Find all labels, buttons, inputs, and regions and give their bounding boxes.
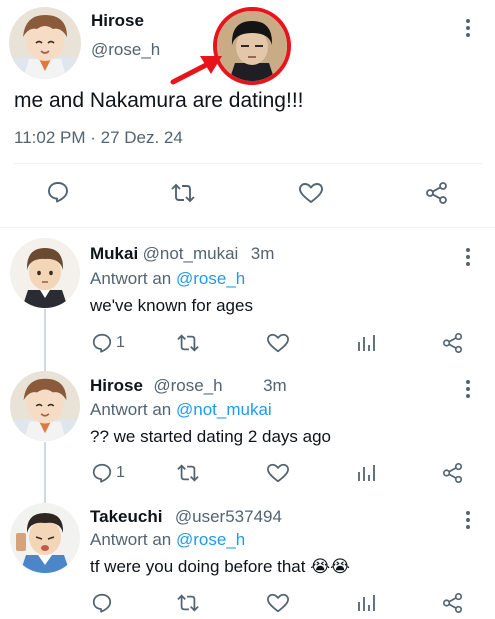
retweet-icon[interactable] [170, 181, 196, 205]
reply-to-mention[interactable]: @not_mukai [176, 400, 272, 419]
hirose-avatar[interactable] [9, 7, 81, 79]
reply-text-line: tf were you doing before that 😭😭 [90, 557, 350, 577]
reply-author-handle[interactable]: @rose_h [153, 376, 222, 395]
reply-text: ?? we started dating 2 days ago [90, 427, 331, 446]
reply-text: we've known for ages [90, 296, 253, 315]
reply-count: 1 [116, 334, 125, 351]
reply-author-handle[interactable]: @not_mukai [143, 244, 239, 263]
more-options-icon[interactable] [465, 248, 471, 269]
reply-icon[interactable] [91, 462, 113, 484]
reply-icon[interactable] [46, 180, 70, 204]
share-icon[interactable] [442, 592, 464, 614]
reply-prefix: Antwort an [90, 400, 172, 419]
retweet-icon[interactable] [176, 332, 200, 354]
reply-to-mention[interactable]: @rose_h [176, 269, 245, 288]
takeuchi-avatar[interactable] [10, 503, 80, 573]
main-tweet-text: me and Nakamura are dating!!! [14, 89, 304, 112]
thread-line [44, 309, 46, 377]
reply-header: Takeuchi @user537494 [90, 507, 282, 527]
more-options-icon[interactable] [465, 511, 471, 532]
reply-header: Mukai @not_mukai 3m [90, 244, 274, 264]
like-icon[interactable] [266, 592, 290, 614]
share-icon[interactable] [442, 462, 464, 484]
reply-text: tf were you doing before that [90, 557, 306, 576]
reply-time[interactable]: 3m [251, 244, 275, 263]
stats-icon[interactable] [356, 333, 376, 353]
stats-icon[interactable] [356, 593, 376, 613]
divider [14, 163, 482, 164]
share-icon[interactable] [442, 332, 464, 354]
retweet-icon[interactable] [176, 592, 200, 614]
reply-to-mention[interactable]: @rose_h [176, 530, 245, 549]
reply-author-name[interactable]: Takeuchi [90, 507, 162, 526]
reply-author-name[interactable]: Mukai [90, 244, 138, 263]
main-author-name[interactable]: Hirose [91, 11, 144, 31]
reply-author-handle[interactable]: @user537494 [175, 507, 282, 526]
like-icon[interactable] [266, 332, 290, 354]
reply-author-name[interactable]: Hirose [90, 376, 143, 395]
main-author-handle[interactable]: @rose_h [91, 40, 160, 60]
reply-time[interactable]: 3m [263, 376, 287, 395]
red-arrow-icon [170, 52, 226, 86]
reply-prefix: Antwort an [90, 530, 172, 549]
retweet-icon[interactable] [176, 462, 200, 484]
thread-line [44, 442, 46, 506]
reply-icon[interactable] [91, 332, 113, 354]
reply-to-line: Antwort an @not_mukai [90, 400, 272, 420]
crying-emoji: 😭😭 [310, 557, 350, 576]
divider [0, 227, 495, 228]
reply-prefix: Antwort an [90, 269, 172, 288]
share-icon[interactable] [425, 181, 449, 205]
main-tweet-timestamp[interactable]: 11:02 PM · 27 Dez. 24 [14, 128, 183, 148]
mukai-avatar[interactable] [10, 238, 80, 308]
more-options-icon[interactable] [465, 19, 471, 40]
reply-to-line: Antwort an @rose_h [90, 269, 245, 289]
like-icon[interactable] [298, 181, 324, 205]
like-icon[interactable] [266, 462, 290, 484]
reply-to-line: Antwort an @rose_h [90, 530, 245, 550]
reply-icon[interactable] [91, 592, 113, 614]
stats-icon[interactable] [356, 463, 376, 483]
reply-count: 1 [116, 464, 125, 481]
more-options-icon[interactable] [465, 380, 471, 401]
hirose-avatar[interactable] [10, 371, 80, 441]
reply-header: Hirose @rose_h 3m [90, 376, 287, 396]
